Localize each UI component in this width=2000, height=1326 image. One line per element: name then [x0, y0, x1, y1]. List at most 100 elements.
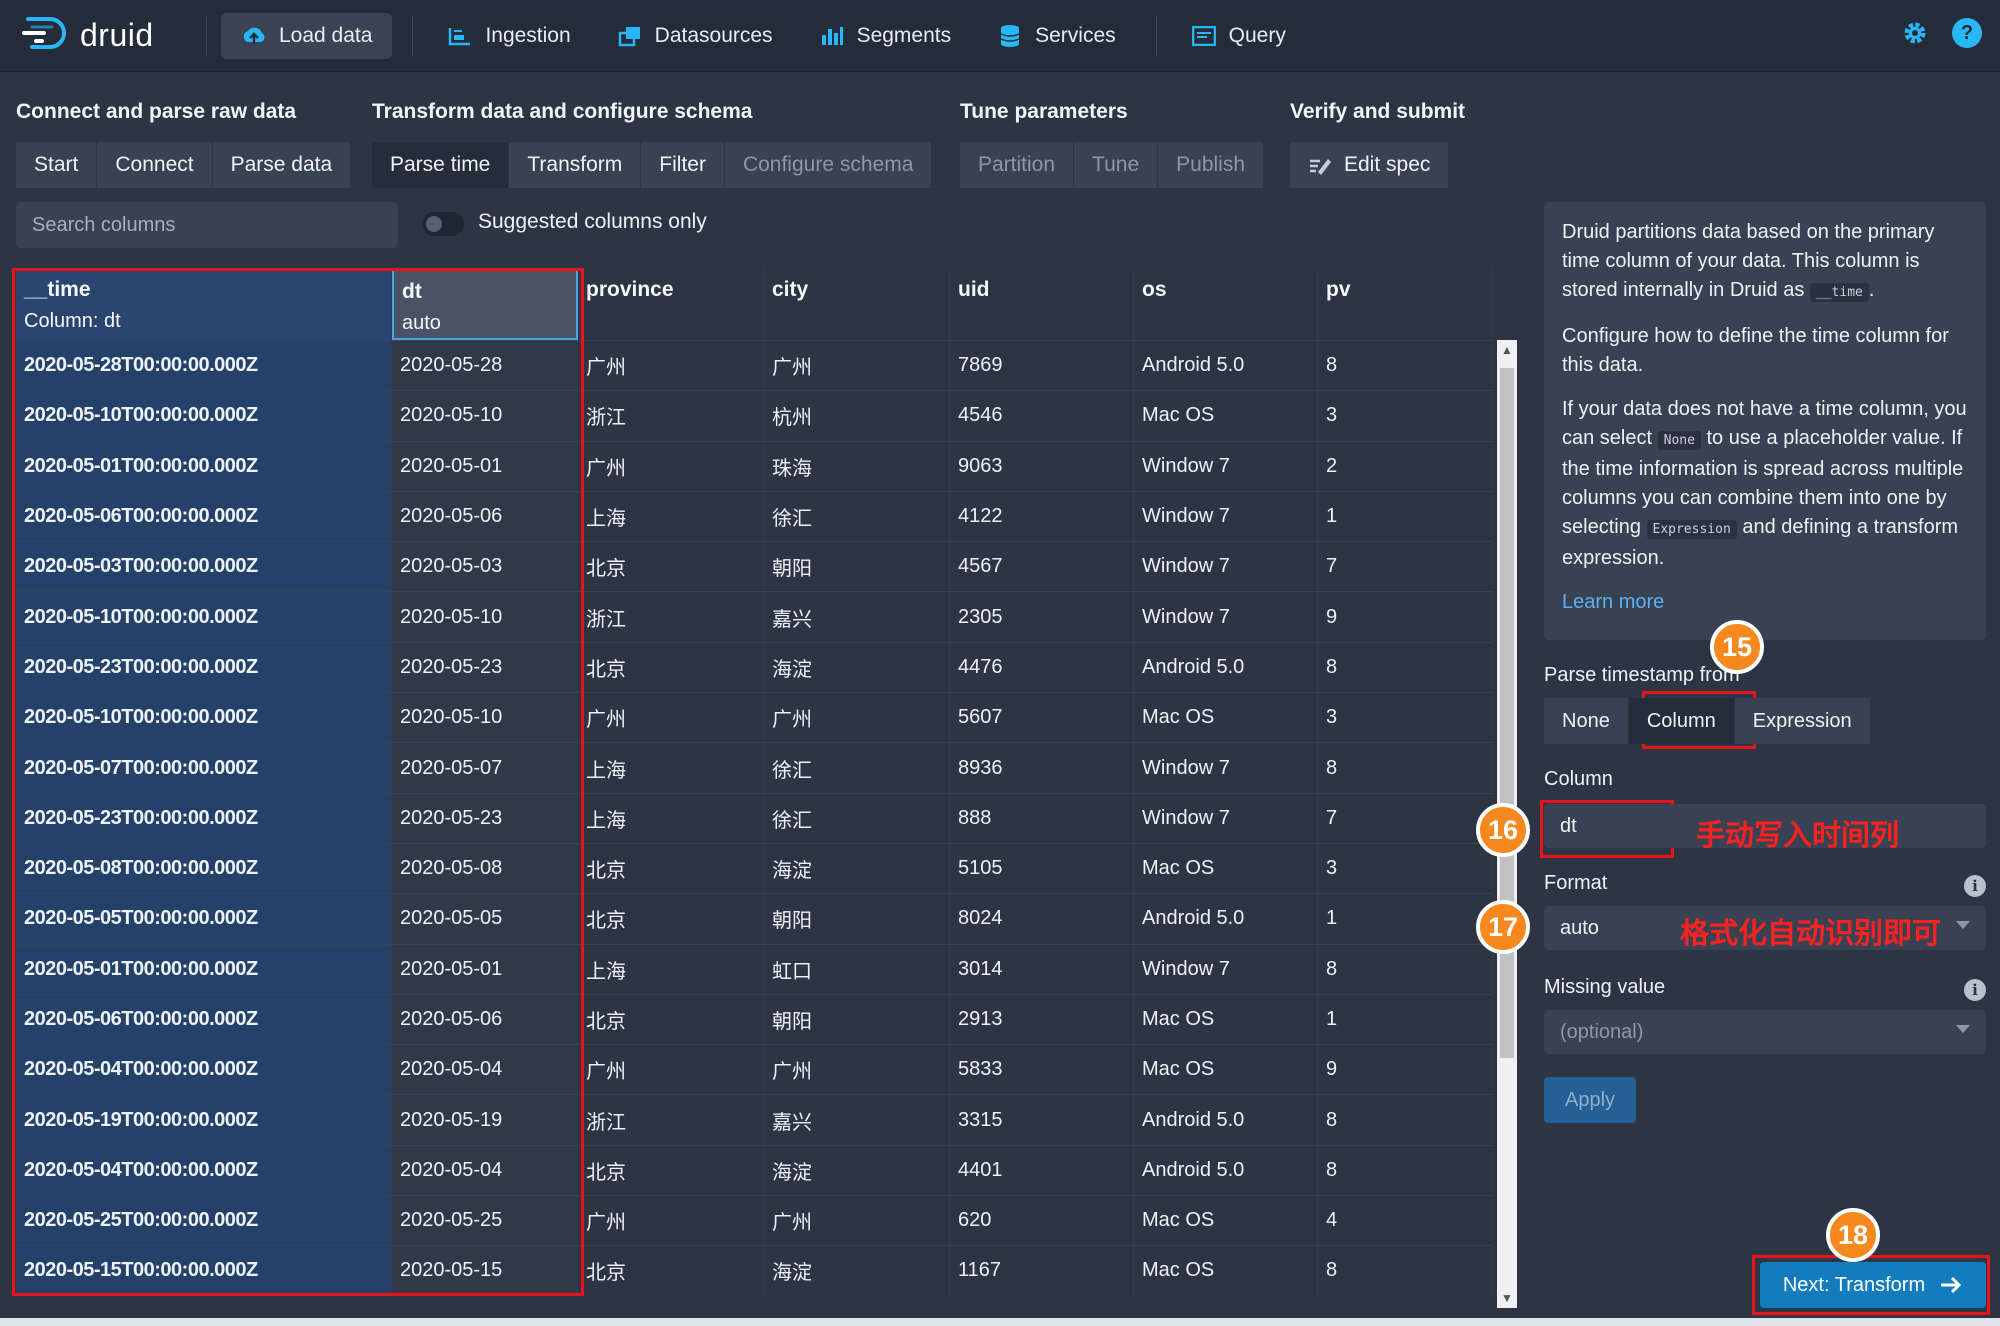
nav-label: Datasources [654, 23, 773, 47]
format-value: auto [1560, 916, 1599, 939]
step-buttons: Parse time Transform Filter Configure sc… [372, 142, 933, 188]
cell-pv: 7 [1318, 793, 1493, 843]
step-group-verify: Verify and submit Edit spec [1290, 100, 1465, 188]
apply-button[interactable]: Apply [1544, 1077, 1636, 1123]
druid-logo-icon [22, 13, 72, 58]
format-info-icon[interactable]: i [1964, 875, 1986, 897]
step-parse-data-button[interactable]: Parse data [212, 142, 352, 188]
cell-os: Mac OS [1134, 1196, 1318, 1246]
cell-uid: 8936 [950, 743, 1134, 793]
edit-spec-label: Edit spec [1344, 153, 1431, 176]
column-header-pv[interactable]: pv [1318, 268, 1493, 340]
next-button-label: Next: Transform [1782, 1273, 1926, 1296]
druid-logo[interactable]: druid [22, 13, 192, 58]
cell-city: 虹口 [764, 944, 950, 994]
cell-pv: 7 [1318, 542, 1493, 592]
cell-uid: 5833 [950, 1045, 1134, 1095]
cell-city: 朝阳 [764, 542, 950, 592]
step-tune-button[interactable]: Tune [1074, 142, 1159, 188]
step-filter-button[interactable]: Filter [641, 142, 725, 188]
cell-os: Window 7 [1134, 743, 1318, 793]
cell-province: 浙江 [578, 391, 764, 441]
cell-os: Window 7 [1134, 592, 1318, 642]
format-label: Format [1544, 872, 1608, 894]
database-icon [997, 23, 1023, 49]
scrollbar-thumb[interactable] [1500, 368, 1514, 1058]
nav-ingestion[interactable]: Ingestion [427, 13, 590, 59]
option-column-button[interactable]: Column [1628, 698, 1735, 744]
step-parse-time-button[interactable]: Parse time [372, 142, 510, 188]
step-badge-16: 16 [1476, 803, 1530, 857]
cell-uid: 4401 [950, 1145, 1134, 1196]
cell-pv: 8 [1318, 1145, 1493, 1196]
column-label: Column [1544, 768, 1613, 790]
option-none-button[interactable]: None [1544, 698, 1629, 744]
column-name: city [772, 278, 809, 301]
learn-more-link[interactable]: Learn more [1562, 591, 1664, 613]
cell-province: 北京 [578, 1145, 764, 1196]
info-text: . [1868, 279, 1875, 301]
step-edit-spec-button[interactable]: Edit spec [1290, 142, 1450, 188]
nav-right-actions: ? [1900, 18, 1982, 48]
step-buttons: Start Connect Parse data [16, 142, 352, 188]
cell-province: 广州 [578, 441, 764, 491]
cell-city: 朝阳 [764, 894, 950, 944]
nav-services[interactable]: Services [977, 13, 1136, 59]
cell-city: 海淀 [764, 642, 950, 693]
column-header-province[interactable]: province [578, 268, 764, 340]
chevron-down-icon [1956, 921, 1970, 929]
step-connect-button[interactable]: Connect [97, 142, 213, 188]
column-name: province [586, 278, 674, 301]
suggested-columns-toggle[interactable] [422, 212, 464, 236]
cell-city: 朝阳 [764, 994, 950, 1045]
cell-pv: 9 [1318, 592, 1493, 642]
step-partition-button[interactable]: Partition [960, 142, 1075, 188]
step-transform-button[interactable]: Transform [509, 142, 642, 188]
gear-icon[interactable] [1900, 18, 1930, 48]
nav-label: Segments [856, 23, 952, 47]
cell-province: 北京 [578, 1246, 764, 1296]
cell-os: Window 7 [1134, 944, 1318, 994]
step-publish-button[interactable]: Publish [1158, 142, 1265, 188]
cell-province: 上海 [578, 491, 764, 542]
nav-label: Load data [279, 23, 373, 47]
cell-uid: 2913 [950, 994, 1134, 1045]
arrow-right-icon [1939, 1275, 1963, 1295]
option-expression-button[interactable]: Expression [1734, 698, 1871, 744]
nav-datasources[interactable]: Datasources [597, 13, 793, 59]
cell-province: 浙江 [578, 1095, 764, 1145]
step-configure-schema-button[interactable]: Configure schema [724, 142, 933, 188]
step-badge-18: 18 [1826, 1208, 1880, 1262]
column-header-city[interactable]: city [764, 268, 950, 340]
nav-load-data[interactable]: Load data [221, 12, 393, 59]
next-transform-button[interactable]: Next: Transform [1760, 1262, 1986, 1308]
cell-os: Mac OS [1134, 843, 1318, 894]
nav-query[interactable]: Query [1171, 13, 1306, 59]
scroll-down-arrow-icon[interactable]: ▼ [1501, 1292, 1513, 1304]
cell-pv: 1 [1318, 491, 1493, 542]
cell-uid: 5105 [950, 843, 1134, 894]
top-navbar: druid Load data Ingestion Datasources Se… [0, 0, 2000, 72]
toggle-knob [426, 216, 442, 232]
cell-city: 徐汇 [764, 793, 950, 843]
step-group-title: Connect and parse raw data [16, 100, 297, 123]
cell-uid: 3014 [950, 944, 1134, 994]
scroll-up-arrow-icon[interactable]: ▲ [1501, 344, 1513, 356]
cell-city: 海淀 [764, 843, 950, 894]
search-columns-input[interactable]: Search columns [16, 202, 398, 248]
step-start-button[interactable]: Start [16, 142, 98, 188]
missing-value-label: Missing value [1544, 976, 1666, 998]
missing-value-select[interactable]: (optional) [1544, 1010, 1986, 1054]
cell-os: Android 5.0 [1134, 894, 1318, 944]
missing-value-info-icon[interactable]: i [1964, 979, 1986, 1001]
help-icon[interactable]: ? [1952, 18, 1982, 48]
step-group-title: Tune parameters [960, 100, 1128, 123]
cell-os: Window 7 [1134, 441, 1318, 491]
column-header-uid[interactable]: uid [950, 268, 1134, 340]
step-group-connect: Connect and parse raw data Start Connect… [16, 100, 352, 188]
nav-segments[interactable]: Segments [799, 13, 972, 59]
column-header-os[interactable]: os [1134, 268, 1318, 340]
cell-city: 杭州 [764, 391, 950, 441]
ingestion-icon [447, 23, 473, 49]
cell-city: 广州 [764, 341, 950, 391]
